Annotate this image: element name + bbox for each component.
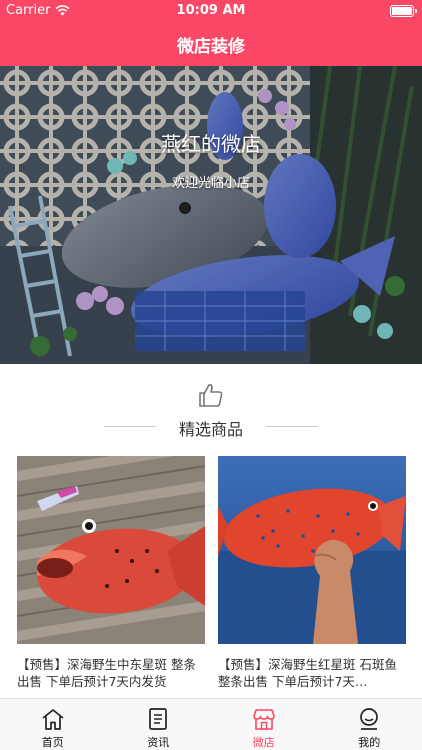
welcome-text: 欢迎光临小店: [171, 176, 250, 191]
tab-home[interactable]: 首页: [0, 699, 106, 750]
product-photo-red-grouper-on-deck: [17, 456, 205, 644]
thumbs-up-icon: [199, 384, 223, 407]
shop-banner[interactable]: 燕红的微店 欢迎光临小店: [0, 66, 422, 364]
product-image[interactable]: [17, 456, 205, 644]
status-bar: Carrier 10:09 AM: [0, 0, 422, 22]
profile-icon: [360, 708, 379, 730]
tab-profile[interactable]: 我的: [317, 699, 422, 750]
status-time: 10:09 AM: [176, 3, 246, 18]
product-image[interactable]: [218, 456, 406, 644]
product-card[interactable]: 【预售】深海野生红星斑 石斑鱼 整条出售 下单后预计7天… ￥99.00: [218, 456, 406, 707]
divider-right: [266, 426, 318, 427]
nav-bar: 微店装修: [0, 22, 422, 66]
product-name[interactable]: 【预售】深海野生红星斑 石斑鱼 整条出售 下单后预计7天…: [218, 656, 406, 690]
product-name[interactable]: 【预售】深海野生中东星斑 整条出售 下单后预计7天内发货: [17, 656, 205, 690]
tab-bar: 首页 资讯 微店 我的: [0, 698, 422, 750]
product-photo-coral-grouper-in-hand: [218, 456, 406, 644]
page-title: 微店装修: [177, 36, 245, 57]
product-grid: 【预售】深海野生中东星斑 整条出售 下单后预计7天内发货 ￥294.12: [17, 456, 406, 707]
product-card[interactable]: 【预售】深海野生中东星斑 整条出售 下单后预计7天内发货 ￥294.12: [17, 456, 205, 707]
featured-section-header: 精选商品: [0, 378, 422, 442]
news-icon: [149, 708, 168, 730]
store-icon: [252, 709, 275, 730]
battery-icon: [390, 5, 417, 17]
tab-label: 首页: [41, 736, 64, 749]
tab-label: 资讯: [147, 736, 170, 749]
shop-name: 燕红的微店: [161, 132, 261, 156]
section-title: 精选商品: [178, 420, 243, 439]
tab-label: 我的: [358, 736, 381, 749]
home-icon: [42, 709, 64, 730]
tab-label: 微店: [252, 736, 275, 749]
tab-store[interactable]: 微店: [211, 699, 317, 750]
tab-news[interactable]: 资讯: [106, 699, 212, 750]
